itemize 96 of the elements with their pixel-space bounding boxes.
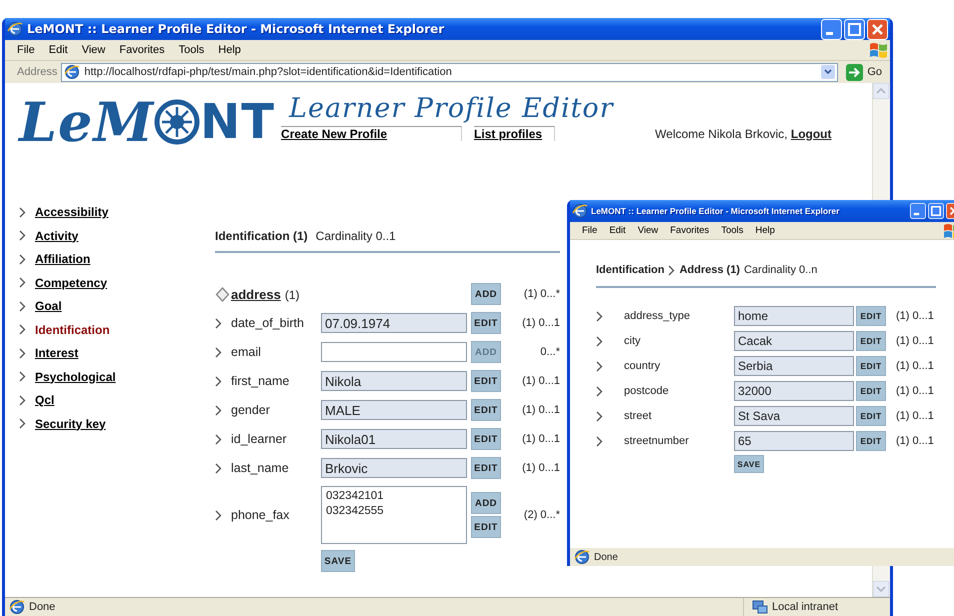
action-button[interactable]: EDIT: [471, 399, 501, 421]
zone-text: Local intranet: [772, 601, 838, 613]
input-field[interactable]: 32000: [734, 381, 854, 401]
field-label: first_name: [231, 374, 290, 388]
action-button[interactable]: EDIT: [471, 428, 501, 450]
menu-item[interactable]: Edit: [48, 44, 68, 56]
sidebar-item[interactable]: Affiliation: [35, 252, 90, 266]
group-link[interactable]: address: [231, 286, 281, 302]
breadcrumb: Identification Address (1) Cardinality 0..n: [596, 264, 936, 288]
status-text: Done: [29, 601, 56, 613]
menu-item[interactable]: Help: [755, 225, 775, 236]
edit-button[interactable]: EDIT: [856, 406, 886, 426]
field-label: postcode: [624, 385, 670, 397]
cardinality-text: (1) 0...*: [522, 288, 560, 300]
list-field[interactable]: 032342101 032342555: [321, 486, 467, 544]
input-field[interactable]: St Sava: [734, 406, 854, 426]
logo-text: LeM: [19, 93, 154, 151]
edit-button[interactable]: EDIT: [856, 356, 886, 376]
address-label: Address: [17, 66, 58, 78]
field-label: phone_fax: [231, 508, 290, 522]
action-button[interactable]: EDIT: [471, 457, 501, 479]
action-button[interactable]: EDIT: [471, 516, 501, 538]
action-button[interactable]: ADD: [471, 492, 501, 514]
input-field[interactable]: home: [734, 306, 854, 326]
edit-button[interactable]: EDIT: [856, 306, 886, 326]
cardinality-text: (1) 0...1: [521, 433, 560, 445]
cardinality-text: (1) 0...1: [521, 404, 560, 416]
input-field[interactable]: Nikola: [321, 371, 467, 391]
sidebar-item[interactable]: Interest: [35, 346, 78, 360]
input-field[interactable]: Cacak: [734, 331, 854, 351]
menu-item[interactable]: Favorites: [670, 225, 710, 236]
edit-button[interactable]: EDIT: [856, 331, 886, 351]
window-title: LeMONT :: Learner Profile Editor - Microsoft Internet Explorer: [591, 206, 840, 216]
menu-item[interactable]: View: [82, 44, 106, 56]
cardinality-text: (1) 0...1: [895, 310, 935, 322]
action-button[interactable]: EDIT: [471, 312, 501, 334]
input-field[interactable]: Serbia: [734, 356, 854, 376]
menu-item[interactable]: File: [582, 225, 598, 236]
cardinality-text: (1) 0...1: [895, 335, 935, 347]
field-label: last_name: [231, 461, 290, 475]
field-label: email: [231, 345, 262, 359]
sidebar-item[interactable]: Qcl: [35, 393, 54, 407]
field-label: id_learner: [231, 432, 288, 446]
sidebar-item[interactable]: Accessibility: [35, 205, 108, 219]
menu-item[interactable]: File: [17, 44, 35, 56]
logout-link[interactable]: Logout: [790, 126, 832, 140]
header-link[interactable]: List profiles: [474, 126, 556, 141]
menu-item[interactable]: Help: [218, 44, 241, 56]
input-field[interactable]: Brkovic: [321, 458, 467, 478]
field-label: streetnumber: [624, 435, 690, 447]
field-label: address_type: [624, 310, 692, 322]
edit-button[interactable]: EDIT: [856, 381, 886, 401]
cardinality-text: 0...*: [539, 346, 560, 358]
action-button[interactable]: EDIT: [471, 370, 501, 392]
input-field[interactable]: MALE: [321, 400, 467, 420]
menu-item[interactable]: Edit: [609, 225, 626, 236]
logo-text: NT: [200, 93, 276, 151]
action-button[interactable]: ADD: [471, 283, 501, 305]
menu-item[interactable]: Tools: [178, 44, 204, 56]
edit-button[interactable]: EDIT: [856, 431, 886, 451]
field-label: city: [624, 335, 642, 347]
sidebar-item[interactable]: Security key: [35, 416, 106, 430]
sidebar-item[interactable]: Competency: [35, 276, 108, 290]
input-field[interactable]: 07.09.1974: [321, 313, 467, 333]
menu-item[interactable]: Favorites: [119, 44, 165, 56]
save-button[interactable]: SAVE: [734, 455, 764, 473]
field-label: date_of_birth: [231, 316, 305, 330]
cardinality-text: (1) 0...1: [895, 385, 935, 397]
sidebar-item[interactable]: Psychological: [35, 370, 116, 384]
cardinality-text: (1) 0...1: [521, 375, 560, 387]
app-title: Learner Profile Editor: [289, 93, 615, 124]
sidebar-item[interactable]: Goal: [35, 299, 62, 313]
cardinality-text: (1) 0...1: [895, 410, 935, 422]
input-field[interactable]: Nikola01: [321, 429, 467, 449]
window-title: LeMONT :: Learner Profile Editor - Microsoft Internet Explorer: [27, 22, 446, 36]
cardinality-text: (1) 0...1: [521, 462, 560, 474]
cardinality-text: (2) 0...*: [522, 509, 560, 521]
section-header: Identification (1) Cardinality 0..1: [215, 201, 560, 253]
go-button[interactable]: Go: [842, 64, 886, 80]
sidebar-item[interactable]: Activity: [35, 228, 78, 242]
cardinality-text: (1) 0...1: [895, 360, 935, 372]
item-count: (1): [284, 288, 300, 302]
cardinality-text: (1) 0...1: [895, 435, 935, 447]
status-text: Done: [594, 552, 618, 562]
menu-item[interactable]: View: [638, 225, 658, 236]
field-label: street: [624, 410, 653, 422]
input-field[interactable]: 65: [734, 431, 854, 451]
field-label: gender: [231, 403, 271, 417]
header-link[interactable]: Create New Profile: [281, 126, 462, 141]
menu-item[interactable]: Tools: [721, 225, 744, 236]
sidebar-item[interactable]: Identification: [35, 322, 110, 336]
address-field[interactable]: http://localhost/rdfapi-php/test/main.php?slot=identification&id=Identification: [61, 62, 838, 82]
save-button[interactable]: SAVE: [321, 550, 355, 572]
field-label: country: [624, 360, 662, 372]
cardinality-text: (1) 0...1: [521, 317, 560, 329]
welcome-text: Welcome Nikola Brkovic, Logout: [655, 126, 832, 140]
